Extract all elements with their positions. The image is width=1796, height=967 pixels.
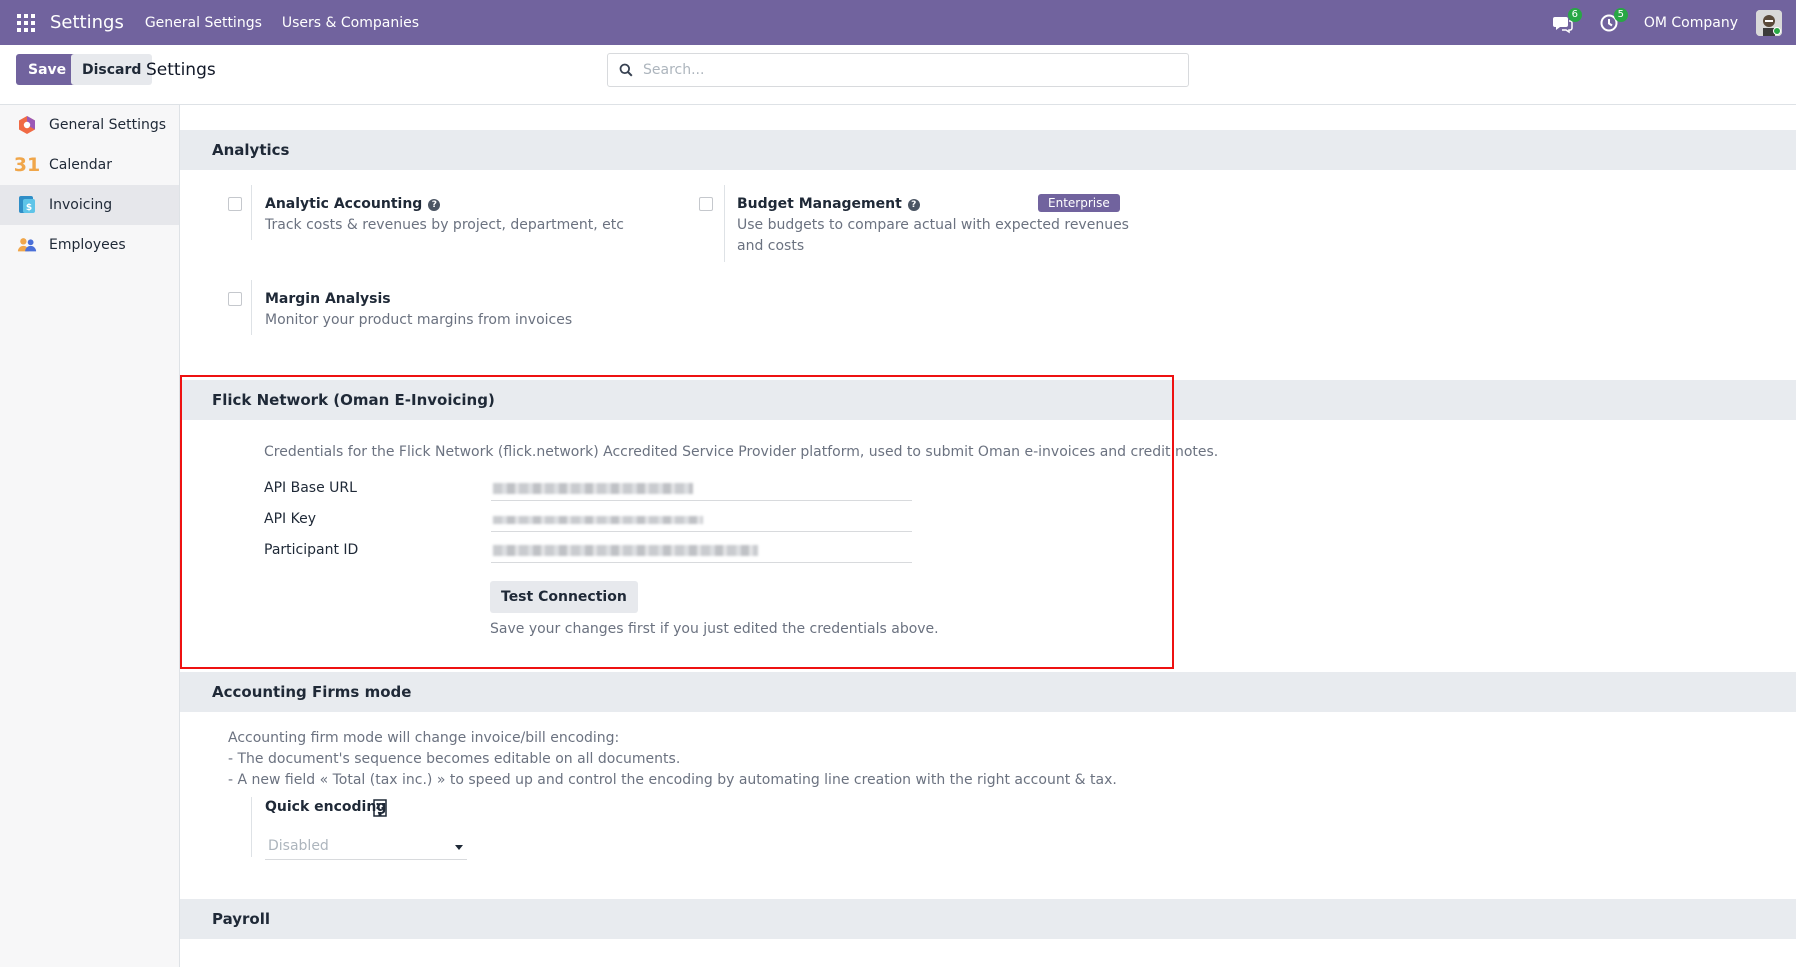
- flick-description: Credentials for the Flick Network (flick…: [264, 444, 1219, 460]
- analytics-section-header: Analytics: [180, 130, 1796, 170]
- section-title: Flick Network (Oman E-Invoicing): [212, 391, 495, 409]
- budget-management-checkbox[interactable]: [699, 197, 713, 211]
- api-base-url-input[interactable]: [491, 477, 912, 501]
- accounting-firms-desc-line: - The document's sequence becomes editab…: [228, 751, 681, 767]
- budget-management-label: Budget Management?: [737, 196, 920, 212]
- app-title[interactable]: Settings: [50, 12, 124, 33]
- apps-menu-icon[interactable]: [17, 13, 35, 32]
- analytic-accounting-desc: Track costs & revenues by project, depar…: [265, 217, 624, 233]
- calendar-icon: 31: [13, 154, 41, 176]
- setting-divider: [251, 280, 252, 335]
- setting-divider: [724, 185, 725, 262]
- activities-count-badge: 5: [1613, 7, 1628, 22]
- sidebar-item-label: General Settings: [49, 117, 167, 133]
- help-icon[interactable]: ?: [907, 199, 920, 211]
- section-title: Analytics: [212, 141, 290, 159]
- sidebar-item-invoicing[interactable]: $ Invoicing: [0, 185, 179, 225]
- activities-clock-icon[interactable]: 5: [1598, 7, 1628, 34]
- invoicing-icon: $: [17, 195, 37, 215]
- setting-divider: [251, 797, 252, 857]
- user-avatar[interactable]: [1756, 9, 1782, 36]
- participant-id-label: Participant ID: [264, 542, 359, 558]
- accounting-firms-section-header: Accounting Firms mode: [180, 672, 1796, 712]
- settings-content: Analytics Analytic Accounting? Track cos…: [180, 105, 1796, 967]
- quick-encoding-label: Quick encoding: [265, 799, 387, 815]
- breadcrumb-title: Settings: [146, 60, 216, 80]
- company-switcher[interactable]: OM Company: [1644, 15, 1738, 31]
- flick-hint: Save your changes first if you just edit…: [490, 621, 939, 637]
- section-title: Accounting Firms mode: [212, 683, 412, 701]
- flick-section-header: Flick Network (Oman E-Invoicing): [180, 380, 1796, 420]
- redacted-value: [493, 516, 703, 524]
- sidebar-item-general-settings[interactable]: General Settings: [0, 105, 179, 145]
- help-icon[interactable]: ?: [428, 199, 441, 211]
- participant-id-input[interactable]: [491, 539, 912, 563]
- settings-sidebar: General Settings 31 Calendar $ Invoicing…: [0, 105, 180, 967]
- save-button[interactable]: Save: [16, 54, 79, 85]
- test-connection-button[interactable]: Test Connection: [490, 581, 638, 613]
- sidebar-item-calendar[interactable]: 31 Calendar: [0, 145, 179, 185]
- redacted-value: [493, 545, 758, 556]
- api-key-label: API Key: [264, 511, 316, 527]
- enterprise-badge: Enterprise: [1038, 194, 1120, 212]
- top-navbar: Settings General Settings Users & Compan…: [0, 0, 1796, 45]
- margin-analysis-desc: Monitor your product margins from invoic…: [265, 312, 573, 328]
- general-settings-icon: [17, 115, 37, 135]
- svg-text:$: $: [26, 203, 32, 213]
- messages-icon[interactable]: 6: [1552, 7, 1582, 34]
- quick-encoding-select[interactable]: Disabled: [265, 834, 467, 860]
- messages-count-badge: 6: [1567, 7, 1582, 22]
- online-status-dot: [1773, 26, 1781, 35]
- section-title: Payroll: [212, 910, 271, 928]
- menu-users-companies[interactable]: Users & Companies: [282, 15, 419, 31]
- margin-analysis-label: Margin Analysis: [265, 291, 391, 307]
- budget-management-desc: Use budgets to compare actual with expec…: [737, 217, 1129, 254]
- accounting-firms-desc-line: - A new field « Total (tax inc.) » to sp…: [228, 772, 1117, 788]
- analytic-accounting-checkbox[interactable]: [228, 197, 242, 211]
- company-building-icon: [373, 799, 387, 821]
- chevron-down-icon: [455, 845, 463, 850]
- analytic-accounting-label: Analytic Accounting?: [265, 196, 441, 212]
- sidebar-item-label: Calendar: [49, 157, 112, 173]
- search-icon: [619, 63, 633, 77]
- search-input[interactable]: [643, 62, 1163, 78]
- control-panel: Save Discard Settings: [0, 45, 1796, 105]
- accounting-firms-desc-line: Accounting firm mode will change invoice…: [228, 730, 620, 746]
- redacted-value: [493, 483, 693, 494]
- sidebar-item-employees[interactable]: Employees: [0, 225, 179, 265]
- menu-general-settings[interactable]: General Settings: [145, 15, 262, 31]
- sidebar-item-label: Employees: [49, 237, 126, 253]
- payroll-section-header: Payroll: [180, 899, 1796, 939]
- sidebar-item-label: Invoicing: [49, 197, 113, 213]
- api-base-url-label: API Base URL: [264, 480, 357, 496]
- margin-analysis-checkbox[interactable]: [228, 292, 242, 306]
- search-bar[interactable]: [607, 53, 1189, 87]
- setting-divider: [251, 185, 252, 240]
- api-key-input[interactable]: [491, 508, 912, 532]
- select-value: Disabled: [268, 838, 329, 854]
- discard-button[interactable]: Discard: [71, 54, 153, 85]
- employees-icon: [17, 235, 37, 255]
